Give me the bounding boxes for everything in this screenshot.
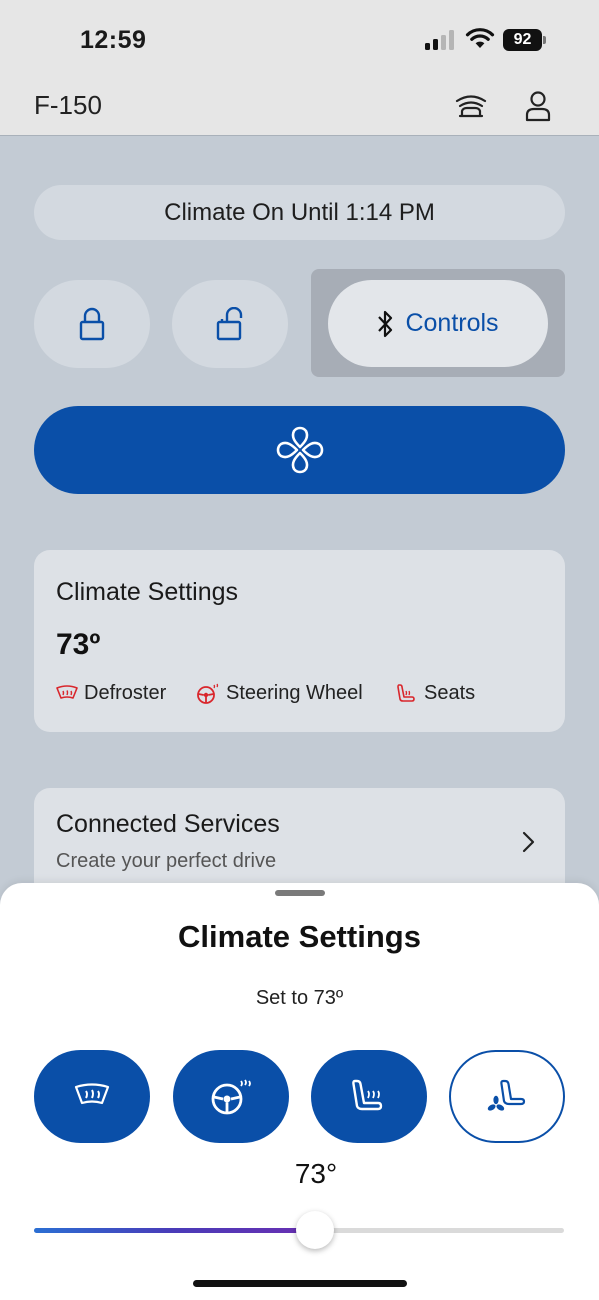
sheet-drag-handle[interactable] — [275, 890, 325, 896]
heated-seat-icon — [397, 683, 415, 702]
feature-label: Defroster — [84, 682, 167, 704]
climate-settings-card[interactable]: Climate Settings 73º Defroster Steering … — [34, 550, 565, 732]
temperature-slider[interactable] — [34, 1211, 564, 1249]
temperature-slider-fill — [34, 1228, 315, 1233]
lock-button[interactable] — [34, 280, 150, 368]
chevron-right-icon — [522, 831, 535, 853]
services-subtitle: Create your perfect drive — [56, 850, 277, 872]
services-title: Connected Services — [56, 810, 280, 838]
temperature-slider-thumb[interactable] — [295, 1211, 334, 1249]
fan-icon — [276, 426, 323, 474]
feature-defroster: Defroster — [56, 682, 166, 705]
battery-level: 92 — [503, 29, 542, 51]
climate-card-temperature: 73º — [56, 628, 101, 661]
vehicle-name[interactable]: F-150 — [34, 90, 102, 121]
ventilated-seat-icon — [487, 1079, 526, 1111]
feature-steering-wheel: Steering Wheel — [196, 682, 363, 705]
unlock-icon — [216, 307, 243, 341]
feature-label: Steering Wheel — [226, 682, 363, 704]
defroster-icon — [74, 1082, 110, 1104]
heated-steering-wheel-toggle[interactable] — [173, 1050, 289, 1143]
home-indicator — [193, 1280, 407, 1287]
heated-seat-icon — [352, 1079, 383, 1110]
climate-status-banner: Climate On Until 1:14 PM — [34, 185, 565, 240]
climate-settings-sheet: Climate Settings Set to 73º 73° — [0, 883, 599, 1300]
app-header: F-150 — [0, 78, 599, 136]
ventilated-seat-toggle[interactable] — [449, 1050, 565, 1143]
vehicle-garage-icon[interactable] — [455, 91, 487, 121]
climate-fan-button[interactable] — [34, 406, 565, 494]
heated-steering-wheel-icon — [211, 1078, 251, 1114]
feature-seats: Seats — [396, 682, 475, 705]
sheet-subtitle: Set to 73º — [255, 987, 344, 1009]
climate-card-title: Climate Settings — [56, 578, 239, 606]
profile-icon[interactable] — [524, 90, 552, 122]
defroster-toggle[interactable] — [34, 1050, 150, 1143]
controls-label: Controls — [405, 309, 499, 337]
clock: 12:59 — [80, 26, 147, 54]
controls-button[interactable]: Controls — [328, 280, 548, 367]
cellular-signal-icon — [425, 30, 454, 50]
bluetooth-icon — [378, 310, 393, 337]
wifi-icon — [465, 28, 495, 48]
status-bar: 12:59 92 — [0, 0, 599, 78]
sheet-title: Climate Settings — [178, 919, 421, 954]
temperature-value: 73° — [294, 1158, 338, 1189]
heated-seat-toggle[interactable] — [311, 1050, 427, 1143]
battery-indicator: 92 — [503, 29, 547, 51]
feature-label: Seats — [424, 682, 476, 704]
heated-steering-wheel-icon — [197, 683, 219, 704]
lock-icon — [79, 307, 105, 341]
unlock-button[interactable] — [172, 280, 288, 368]
defroster-icon — [56, 684, 78, 699]
